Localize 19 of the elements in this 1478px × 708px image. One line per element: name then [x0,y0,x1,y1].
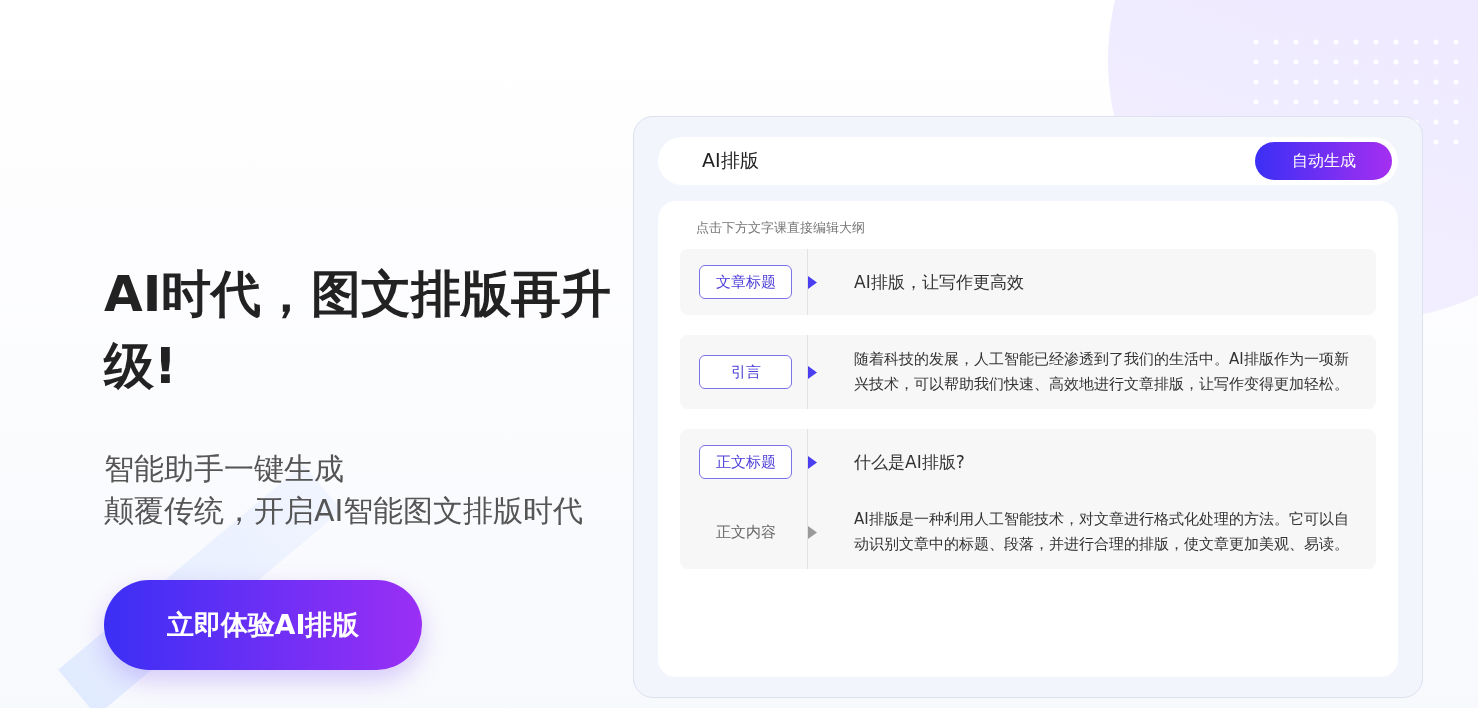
hint-text: 点击下方文字课直接编辑大纲 [696,219,866,237]
outline-text[interactable]: AI排版，让写作更高效 [808,249,1376,315]
triangle-icon [808,365,817,379]
triangle-icon [808,455,817,469]
section-tag[interactable]: 引言 [699,355,792,389]
try-ai-layout-button[interactable]: 立即体验AI排版 [104,580,422,670]
panel-title: AI排版 [702,148,759,173]
section-tag[interactable]: 正文标题 [699,445,792,479]
auto-generate-button[interactable]: 自动生成 [1255,142,1392,180]
subtitle: 颠覆传统，开启AI智能图文排版时代 [104,492,585,530]
triangle-icon [808,275,817,289]
headline: AI时代，图文排版再升级! [104,264,613,397]
outline-text[interactable]: 什么是AI排版? [808,429,1376,495]
triangle-icon [808,525,817,539]
section-label: 正文内容 [714,522,777,542]
outline-text[interactable]: AI排版是一种利用人工智能技术，对文章进行格式化处理的方法。它可以自动识别文章中的标题、段落，并进行合理的排版，使文章更加美观、易读。 [808,495,1376,569]
section-tag[interactable]: 文章标题 [699,265,792,299]
subtitle: 智能助手一键生成 [104,450,345,488]
outline-text[interactable]: 随着科技的发展，人工智能已经渗透到了我们的生活中。AI排版作为一项新兴技术，可以帮助我们快速、高效地进行文章排版，让写作变得更加轻松。 [808,335,1376,409]
